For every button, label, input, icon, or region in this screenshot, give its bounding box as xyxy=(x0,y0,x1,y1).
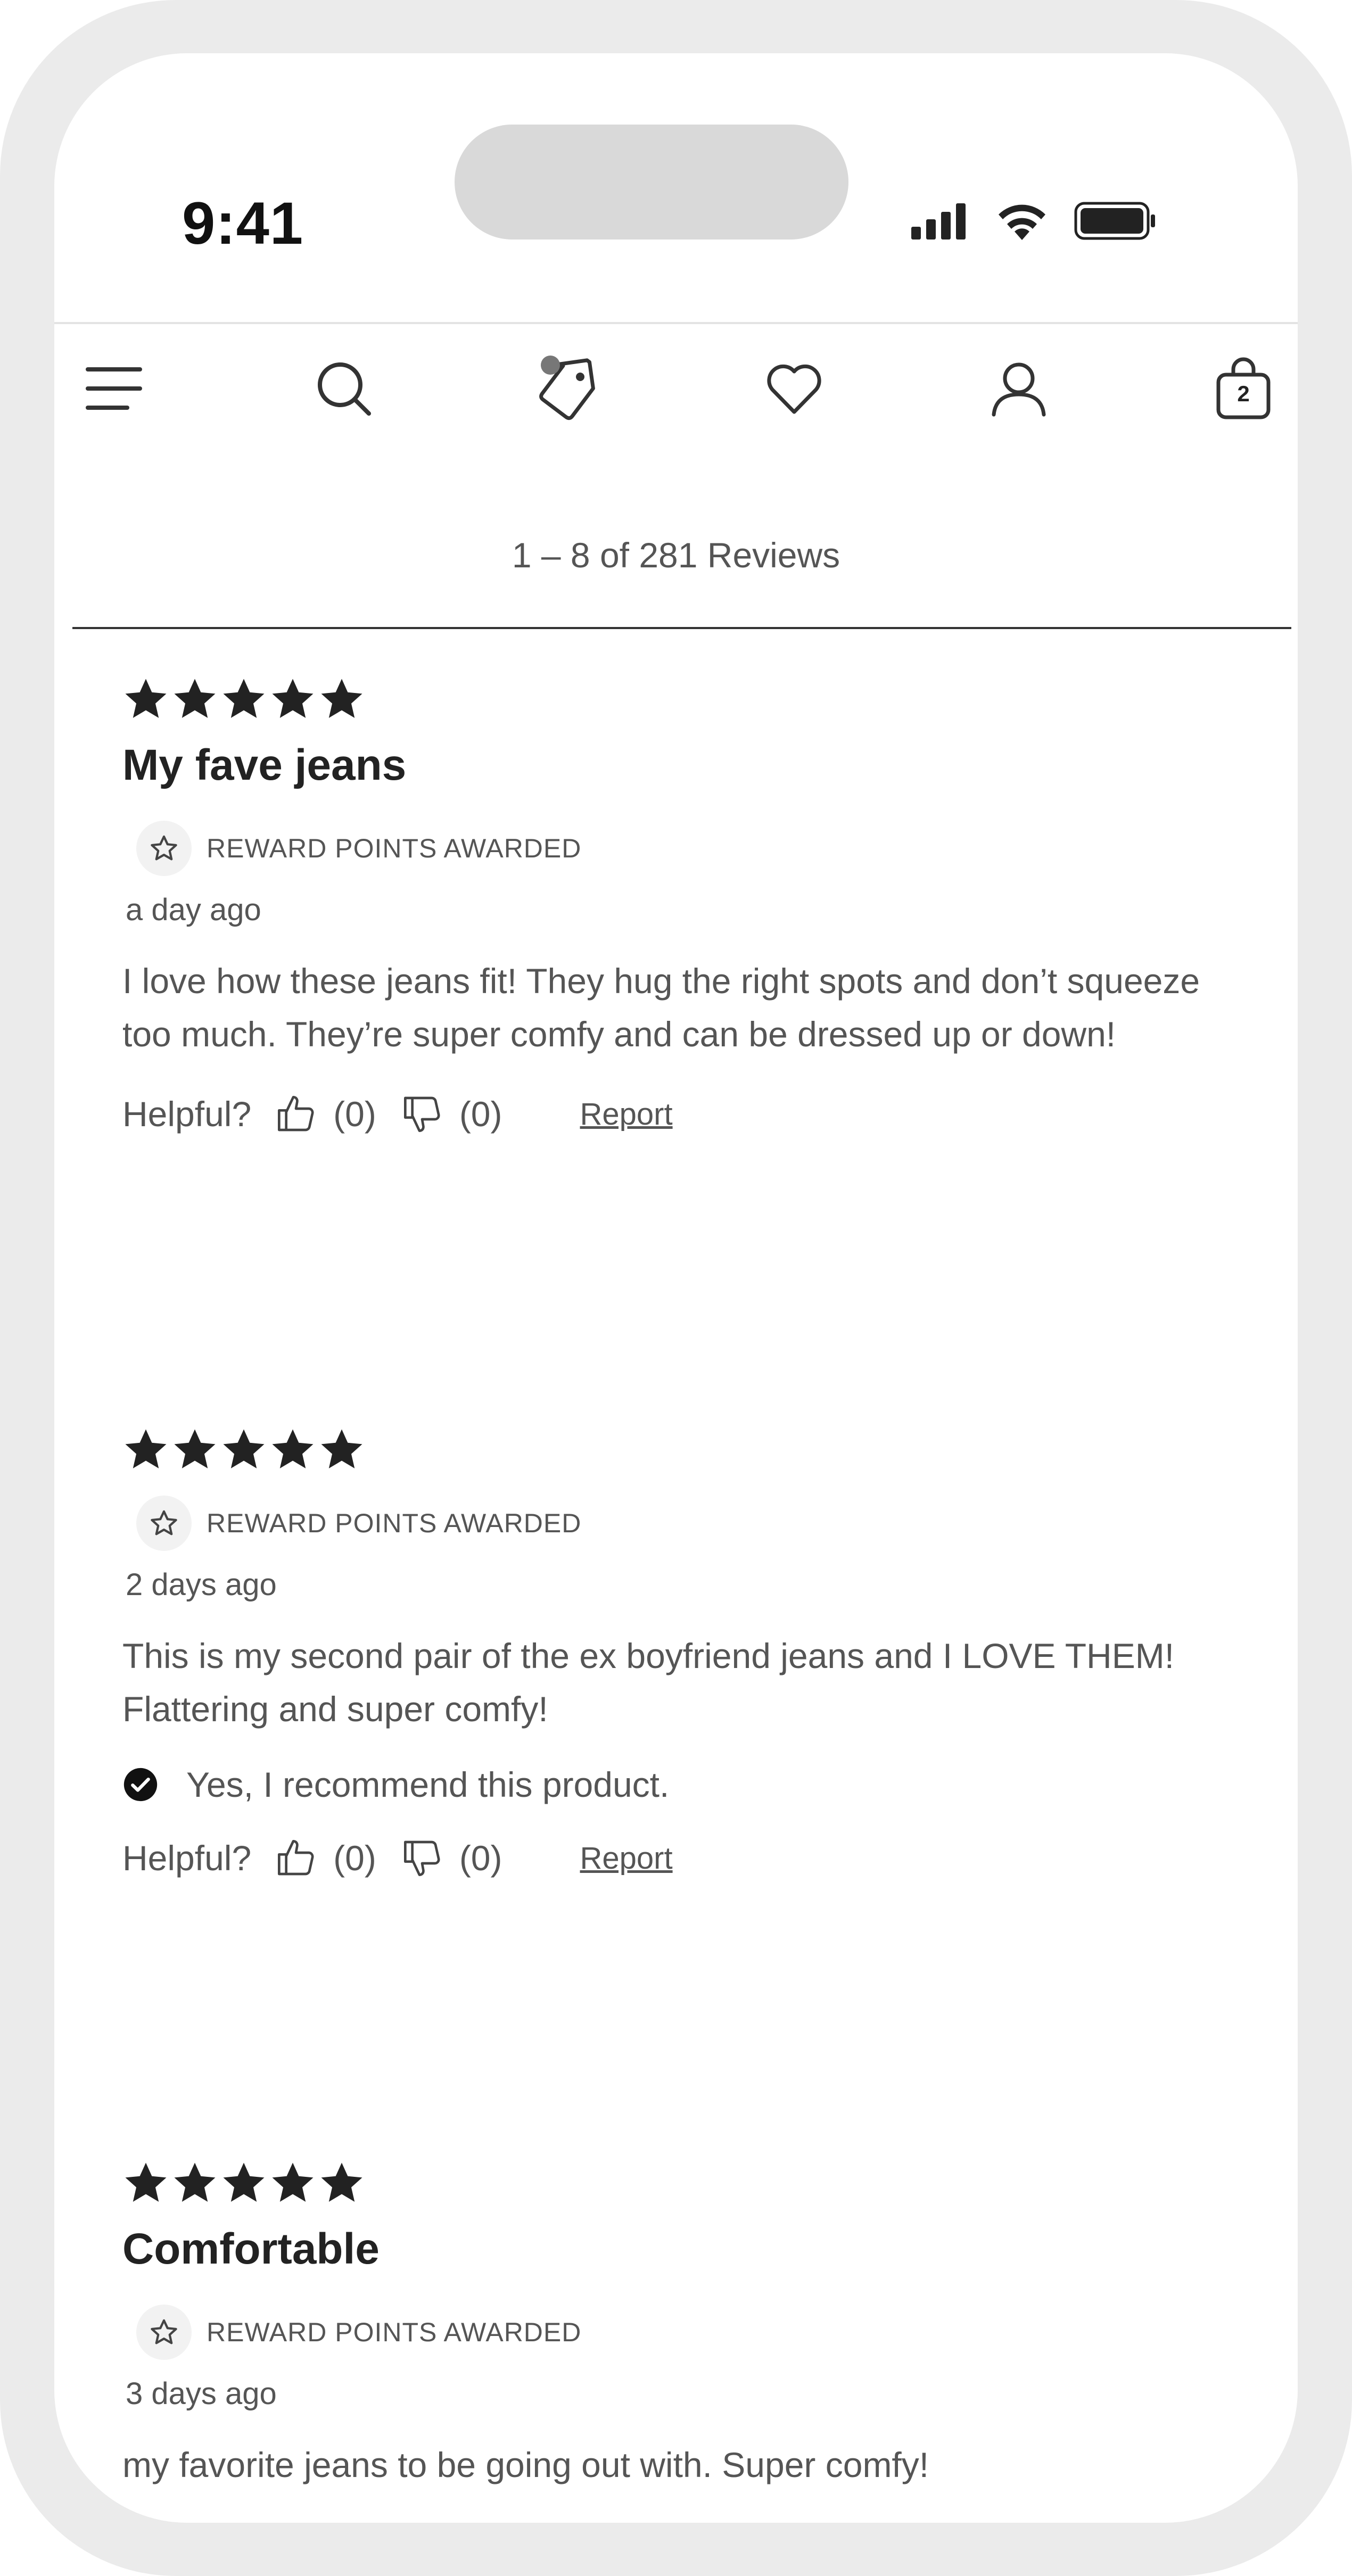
reward-star-badge xyxy=(136,821,192,876)
reward-points-badge: REWARD POINTS AWARDED xyxy=(136,821,1240,876)
header-divider xyxy=(54,322,1298,324)
phone-screen: 9:41 2 1 – 8 of 281 Reviews My fave jean… xyxy=(54,53,1298,2523)
wishlist-button[interactable] xyxy=(757,351,831,426)
notification-dot xyxy=(541,356,560,375)
reward-star-badge xyxy=(136,1496,192,1551)
search-button[interactable] xyxy=(307,351,381,426)
star-icon xyxy=(223,1429,265,1468)
review-date: a day ago xyxy=(126,893,261,927)
review-item: REWARD POINTS AWARDED 2 days ago This is… xyxy=(122,1426,1240,1879)
star-icon xyxy=(321,1429,362,1468)
helpful-row: Helpful? (0) (0) Report xyxy=(122,1093,1240,1135)
star-icon xyxy=(321,679,362,718)
thumbs-down-icon[interactable] xyxy=(401,1093,443,1135)
reward-text: REWARD POINTS AWARDED xyxy=(207,2317,582,2347)
reward-text: REWARD POINTS AWARDED xyxy=(207,833,582,863)
helpful-down-count: (0) xyxy=(459,1838,502,1878)
check-circle-icon xyxy=(123,1768,158,1802)
report-link[interactable]: Report xyxy=(580,1840,673,1876)
heart-icon xyxy=(767,364,821,414)
star-icon xyxy=(174,1429,216,1468)
helpful-label: Helpful? xyxy=(122,1094,252,1134)
star-outline-icon xyxy=(151,2319,177,2344)
star-rating xyxy=(122,2160,1240,2211)
report-link[interactable]: Report xyxy=(580,1096,673,1132)
star-icon xyxy=(125,2162,167,2202)
helpful-down-count: (0) xyxy=(459,1094,502,1134)
star-rating xyxy=(122,676,1240,727)
thumbs-up-icon[interactable] xyxy=(275,1837,317,1879)
thumbs-up-icon[interactable] xyxy=(275,1093,317,1135)
thumbs-down-icon[interactable] xyxy=(401,1837,443,1879)
review-body: I love how these jeans fit! They hug the… xyxy=(122,961,1200,1054)
review-body: This is my second pair of the ex boyfrie… xyxy=(122,1636,1175,1729)
star-icon xyxy=(272,1429,314,1468)
dynamic-island xyxy=(455,125,848,240)
menu-button[interactable] xyxy=(77,351,151,426)
reward-points-badge: REWARD POINTS AWARDED xyxy=(136,2305,1240,2360)
status-time: 9:41 xyxy=(182,190,304,257)
star-icon xyxy=(272,679,314,718)
shopping-bag-button[interactable]: 2 xyxy=(1206,351,1281,426)
review-item: Comfortable REWARD POINTS AWARDED 3 days… xyxy=(122,2160,1240,2491)
wifi-icon xyxy=(999,204,1045,240)
helpful-row: Helpful? (0) (0) Report xyxy=(122,1837,1240,1879)
star-outline-icon xyxy=(151,1510,177,1535)
review-title: My fave jeans xyxy=(122,741,407,789)
helpful-up-count: (0) xyxy=(333,1094,376,1134)
star-icon xyxy=(223,2162,265,2202)
reward-points-badge: REWARD POINTS AWARDED xyxy=(136,1496,1240,1551)
status-bar: 9:41 xyxy=(54,53,1298,322)
star-outline-icon xyxy=(151,835,177,861)
menu-icon xyxy=(86,367,142,410)
account-button[interactable] xyxy=(982,351,1056,426)
star-icon xyxy=(174,2162,216,2202)
star-icon xyxy=(223,679,265,718)
bag-count-badge: 2 xyxy=(1237,381,1250,406)
status-icons xyxy=(911,197,1157,245)
signal-icon xyxy=(911,203,966,240)
user-icon xyxy=(992,362,1046,417)
review-date: 3 days ago xyxy=(126,2376,277,2411)
review-title: Comfortable xyxy=(122,2225,380,2273)
review-count: 1 – 8 of 281 Reviews xyxy=(512,535,840,575)
review-body: my favorite jeans to be going out with. … xyxy=(122,2445,929,2484)
review-item: My fave jeans REWARD POINTS AWARDED a da… xyxy=(122,676,1240,1135)
star-icon xyxy=(272,2162,314,2202)
helpful-up-count: (0) xyxy=(333,1838,376,1878)
recommend-row: Yes, I recommend this product. xyxy=(122,1764,1240,1805)
star-icon xyxy=(174,679,216,718)
star-rating xyxy=(122,1426,1240,1477)
helpful-label: Helpful? xyxy=(122,1838,252,1878)
phone-frame: 9:41 2 1 – 8 of 281 Reviews My fave jean… xyxy=(0,0,1352,2576)
star-icon xyxy=(125,1429,167,1468)
recommend-text: Yes, I recommend this product. xyxy=(186,1765,670,1804)
deals-button[interactable] xyxy=(532,351,607,426)
star-icon xyxy=(125,679,167,718)
battery-icon xyxy=(1074,202,1155,240)
reward-star-badge xyxy=(136,2305,192,2360)
review-date: 2 days ago xyxy=(126,1567,277,1602)
reward-text: REWARD POINTS AWARDED xyxy=(207,1508,582,1538)
search-icon xyxy=(318,362,371,416)
star-icon xyxy=(321,2162,362,2202)
reviews-divider xyxy=(72,627,1291,629)
